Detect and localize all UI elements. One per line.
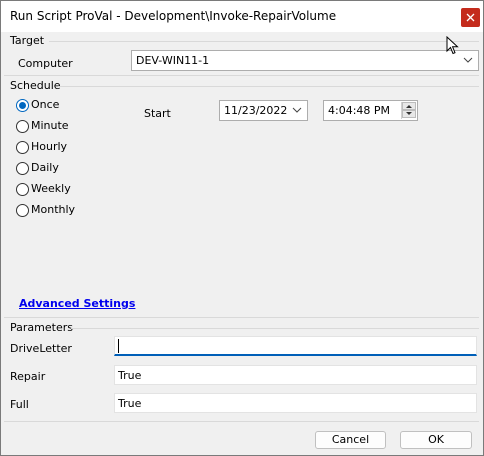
ok-button[interactable]: OK [400, 431, 472, 449]
radio-button[interactable] [16, 141, 29, 154]
chevron-down-icon [292, 107, 302, 113]
radio-button[interactable] [16, 204, 29, 217]
text-caret [118, 339, 119, 353]
full-input[interactable]: True [114, 393, 477, 413]
schedule-divider [58, 86, 479, 87]
radio-button[interactable] [16, 183, 29, 196]
advanced-settings-link[interactable]: Advanced Settings [19, 297, 135, 310]
spin-down-button[interactable] [402, 110, 416, 118]
schedule-option-label: Once [31, 98, 60, 111]
footer-divider [4, 421, 479, 422]
close-icon [466, 13, 475, 22]
schedule-option-label: Weekly [31, 182, 71, 195]
start-time-value: 4:04:48 PM [328, 104, 391, 117]
radio-button-selected[interactable] [16, 99, 29, 112]
title-bar: Run Script ProVal - Development\Invoke-R… [1, 1, 483, 32]
schedule-top-divider [4, 75, 479, 76]
parameters-section-label: Parameters [10, 321, 73, 334]
full-value: True [118, 397, 142, 410]
schedule-option-label: Minute [31, 119, 69, 132]
start-label: Start [144, 107, 171, 120]
parameters-divider [71, 328, 479, 329]
cancel-button[interactable]: Cancel [315, 431, 386, 449]
parameters-top-divider [4, 317, 479, 318]
computer-select-value: DEV-WIN11-1 [136, 54, 210, 67]
computer-select[interactable]: DEV-WIN11-1 [131, 50, 479, 71]
schedule-option-label: Hourly [31, 140, 68, 153]
repair-value: True [118, 369, 142, 382]
computer-label: Computer [18, 57, 73, 70]
schedule-option-label: Daily [31, 161, 59, 174]
radio-button[interactable] [16, 120, 29, 133]
param-label-driveletter: DriveLetter [10, 342, 72, 355]
param-label-repair: Repair [10, 370, 46, 383]
spin-up-button[interactable] [402, 102, 416, 110]
schedule-section-label: Schedule [10, 79, 61, 92]
start-date-value: 11/23/2022 [224, 104, 288, 117]
chevron-down-icon [463, 57, 473, 63]
caret-down-icon [406, 112, 412, 115]
caret-up-icon [406, 105, 412, 108]
param-label-full: Full [10, 398, 29, 411]
time-spinner[interactable] [401, 102, 416, 119]
run-script-dialog: Run Script ProVal - Development\Invoke-R… [0, 0, 484, 456]
window-title: Run Script ProVal - Development\Invoke-R… [10, 9, 337, 23]
radio-button[interactable] [16, 162, 29, 175]
start-time-picker[interactable]: 4:04:48 PM [323, 100, 418, 121]
driveletter-input[interactable] [114, 336, 477, 356]
schedule-option-label: Monthly [31, 203, 76, 216]
target-divider [49, 41, 479, 42]
close-button[interactable] [461, 8, 480, 27]
target-section-label: Target [10, 34, 45, 47]
repair-input[interactable]: True [114, 365, 477, 385]
start-date-picker[interactable]: 11/23/2022 [219, 100, 308, 121]
mouse-pointer-icon [446, 36, 459, 55]
